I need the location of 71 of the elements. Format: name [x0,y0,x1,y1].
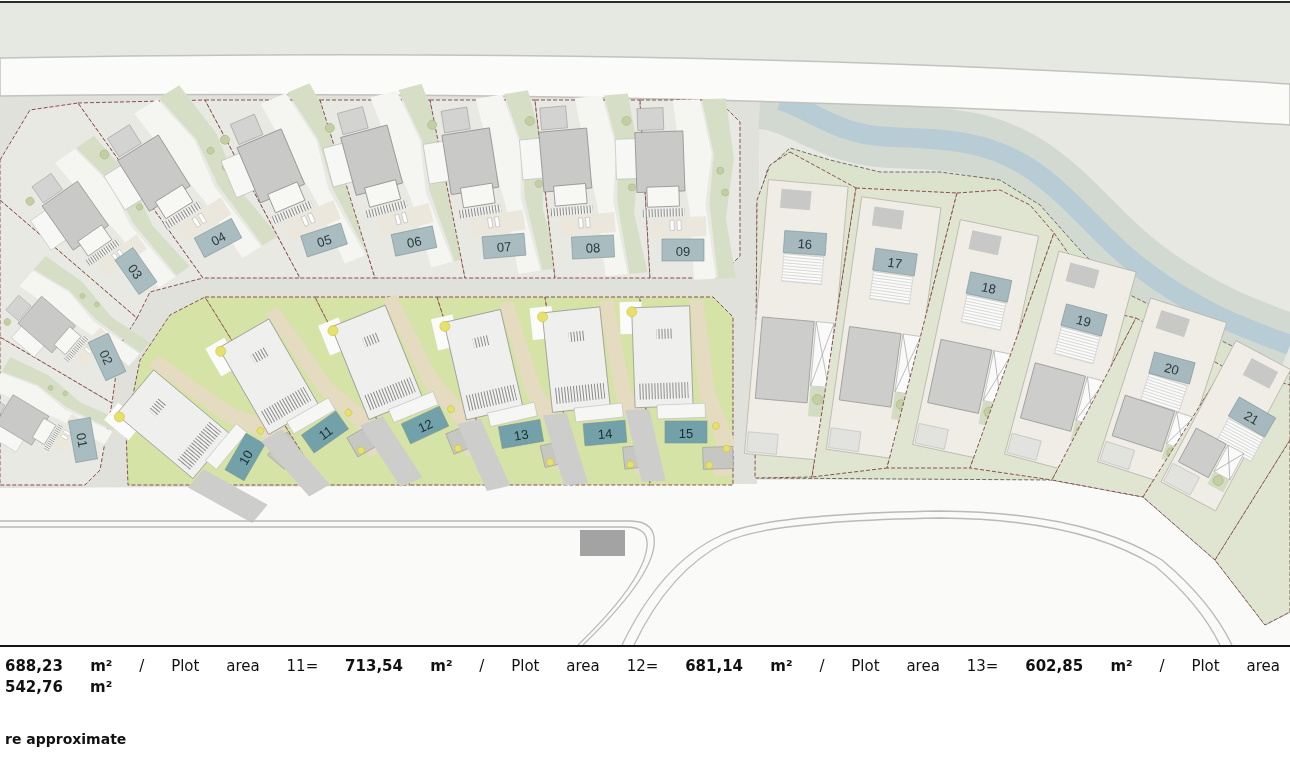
plot-number-tag: 01 [68,417,98,463]
tree-icon [325,123,335,133]
plot-number-tag: 09 [661,238,705,262]
plot-number-tag: 15 [664,420,708,444]
tree-icon [327,325,339,336]
tree-icon [99,149,110,160]
tree-icon [220,134,230,145]
tree-icon [439,321,451,332]
tree-icon [705,461,713,469]
tree-icon [546,458,554,466]
plot-areas-text: 688,23 m² / Plot area 11= 713,54 m² / Plot area 12= 681,14 m² / Plot area 13= 602,85 m² / Plot area [5,656,1280,677]
plot-number-tag: 14 [582,419,628,447]
tree-icon [626,460,635,469]
plot-number-tag: 03 [114,247,158,295]
outbuilding [968,230,1002,256]
plot-number-tag: 17 [872,247,918,277]
plot-number-tag: 21 [1228,396,1276,438]
tree-icon [136,203,143,211]
plot-number-tag: 11 [301,410,349,454]
tree-icon [47,385,54,391]
plot-number-tag: 16 [783,230,827,256]
house [1178,427,1245,481]
parking-space [746,431,779,455]
footnote-text: re approximate [5,731,128,747]
tree-icon [812,394,823,405]
deck [781,252,825,285]
tree-icon [454,444,462,453]
plot-number-tag: 19 [1060,303,1108,337]
plot-number-tag: 07 [481,232,527,260]
parking-space [1099,440,1135,470]
tree-icon [114,411,125,423]
tree-icon [534,180,543,188]
plot-number-tag: 02 [87,333,127,381]
plot-areas-text: 542,76 m² [5,677,114,698]
tree-icon [62,390,68,397]
tree-icon [215,346,226,357]
tree-icon [525,116,535,126]
outbuilding [871,206,905,230]
outbuilding [780,188,812,211]
tree-icon [344,408,353,417]
plot-number-tag: 06 [390,225,438,257]
tree-icon [537,311,548,323]
plot-number-tag: 10 [224,433,266,481]
tree-icon [79,293,86,299]
tree-icon [256,427,265,435]
parking-space [1006,433,1042,461]
plot-number-tag: 20 [1148,351,1196,385]
small-building [580,530,625,556]
plot-number-tag: 05 [300,222,348,258]
deck [869,270,914,305]
plot-number-tag: 04 [194,218,242,258]
tree-icon [3,318,11,326]
tree-icon [712,422,720,430]
parking-space [828,427,862,453]
tree-icon [716,166,725,175]
tree-icon [1212,475,1224,486]
tree-icon [427,119,437,130]
tree-icon [447,405,455,413]
tree-icon [25,196,35,206]
tree-icon [628,183,636,192]
tree-icon [626,306,638,318]
tree-icon [357,446,365,455]
tree-icon [621,116,632,126]
plot-number-tag: 08 [571,234,615,260]
parking-space [914,423,949,450]
outbuilding [1065,262,1100,289]
tree-icon [94,301,100,308]
plot-number-tag: 18 [965,271,1013,303]
tree-icon [721,188,729,197]
plot-number-tag: 13 [498,419,544,449]
plot-number-tag: 12 [401,405,449,445]
